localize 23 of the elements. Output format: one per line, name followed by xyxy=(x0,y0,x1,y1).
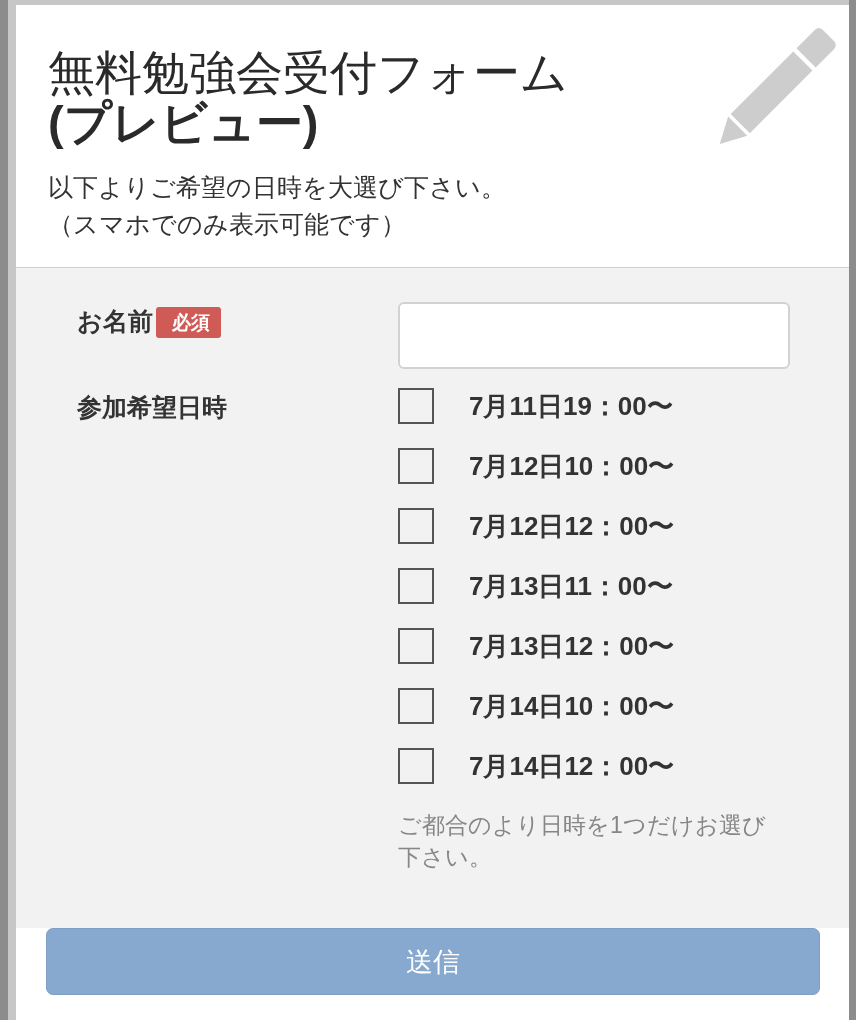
required-badge: 必須 xyxy=(156,307,221,338)
field-label: お名前 xyxy=(77,306,153,337)
checkbox[interactable] xyxy=(398,628,434,664)
option-label: 7月14日10：00〜 xyxy=(469,690,675,723)
checkbox[interactable] xyxy=(398,448,434,484)
checkbox[interactable] xyxy=(398,388,434,424)
submit-button[interactable]: 送信 xyxy=(46,928,820,995)
option-label: 7月12日10：00〜 xyxy=(469,450,675,483)
help-text: ご都合のより日時を1つだけお選び下さい。 xyxy=(398,811,767,872)
form-title: 無料勉強会受付フォーム (プレビュー) xyxy=(48,48,568,148)
option-label: 7月11日19：00〜 xyxy=(469,390,673,423)
checkbox[interactable] xyxy=(398,748,434,784)
description-line: （スマホでのみ表示可能です） xyxy=(48,209,407,240)
field-label: 参加希望日時 xyxy=(77,392,227,423)
option-label: 7月13日11：00〜 xyxy=(469,570,673,603)
name-input-field[interactable] xyxy=(398,302,790,369)
option-label: 7月12日12：00〜 xyxy=(469,510,675,543)
checkbox[interactable] xyxy=(398,688,434,724)
checkbox[interactable] xyxy=(398,508,434,544)
option-label: 7月13日12：00〜 xyxy=(469,630,675,663)
option-label: 7月14日12：00〜 xyxy=(469,750,675,783)
checkbox[interactable] xyxy=(398,568,434,604)
description-line: 以下よりご希望の日時を大選び下さい。 xyxy=(48,172,507,203)
